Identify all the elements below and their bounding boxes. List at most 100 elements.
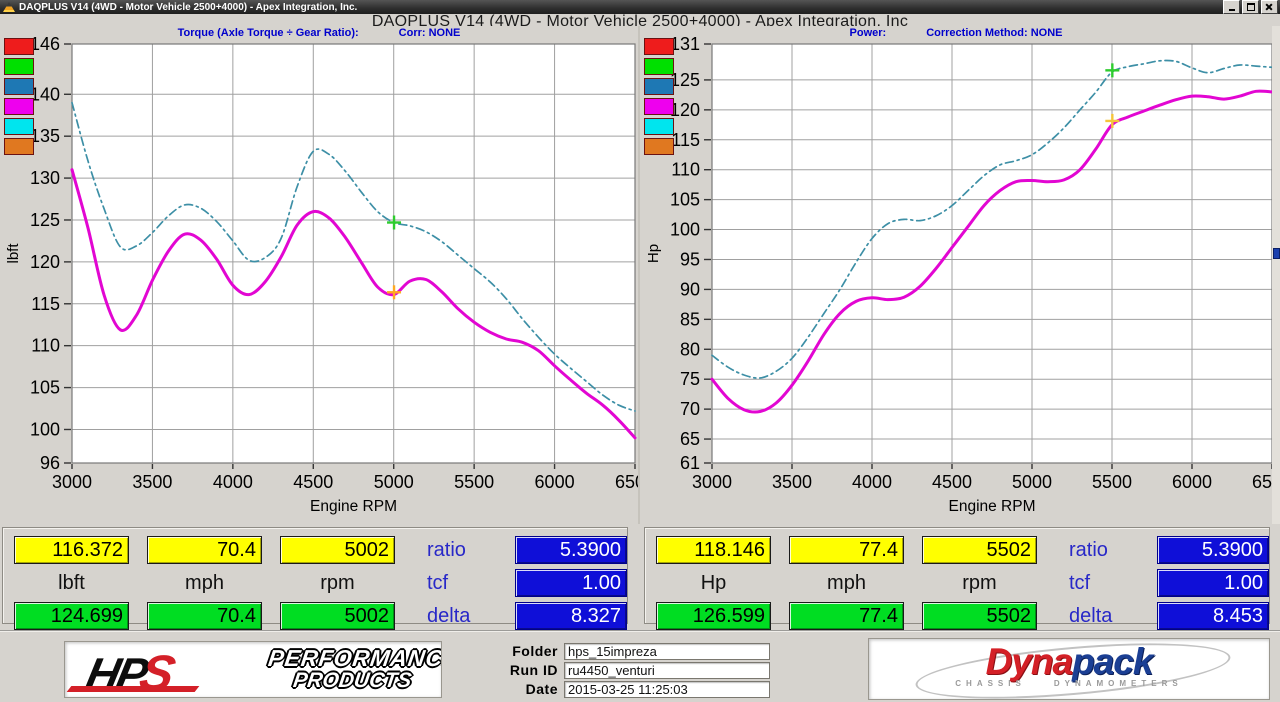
power-chart-panel: Power: Correction Method: NONE 131125120… (640, 26, 1272, 524)
power-reference-rpm: 5502 (922, 602, 1037, 630)
torque-reference-mph: 70.4 (147, 602, 262, 630)
torque-unit-label: lbft (14, 572, 129, 595)
close-button[interactable] (1261, 0, 1278, 14)
svg-text:120: 120 (30, 252, 60, 272)
date-input[interactable] (564, 681, 770, 698)
legend-swatch-4[interactable] (644, 118, 674, 135)
svg-text:4000: 4000 (852, 472, 892, 492)
power-correction-label: Correction Method: NONE (926, 27, 1062, 39)
svg-text:Engine RPM: Engine RPM (310, 498, 397, 515)
svg-text:80: 80 (680, 339, 700, 359)
svg-text:100: 100 (670, 220, 700, 240)
delta-label: delta (1055, 605, 1139, 628)
tcf-value: 1.00 (515, 569, 627, 597)
svg-text:3500: 3500 (772, 472, 812, 492)
svg-text:5500: 5500 (454, 472, 494, 492)
svg-text:4500: 4500 (932, 472, 972, 492)
legend-swatch-3[interactable] (4, 98, 34, 115)
rpm-unit-label: rpm (922, 572, 1037, 595)
torque-channel-legend[interactable] (4, 38, 34, 158)
dynapack-subtext: CHASSISDYNAMOMETERS (869, 679, 1269, 688)
titlebar: DAQPLUS V14 (4WD - Motor Vehicle 2500+40… (0, 0, 1280, 14)
svg-text:75: 75 (680, 369, 700, 389)
ratio-value: 5.3900 (515, 536, 627, 564)
app-icon (3, 2, 15, 12)
run-id-label: Run ID (470, 662, 558, 678)
delta-value: 8.327 (515, 602, 627, 630)
torque-chart-header: Torque (Axle Torque ÷ Gear Ratio): Corr:… (0, 27, 638, 39)
power-chart-title: Power: (850, 27, 887, 39)
svg-text:120: 120 (670, 100, 700, 120)
delta-label: delta (413, 605, 497, 628)
legend-swatch-4[interactable] (4, 118, 34, 135)
svg-text:125: 125 (670, 70, 700, 90)
legend-swatch-1[interactable] (4, 58, 34, 75)
svg-text:5500: 5500 (1092, 472, 1132, 492)
run-id-input[interactable] (564, 662, 770, 679)
dynapack-logo: Dynapack CHASSISDYNAMOMETERS (868, 638, 1270, 700)
power-reference-value: 126.599 (656, 602, 771, 630)
svg-text:96: 96 (40, 453, 60, 473)
restore-icon (1247, 3, 1255, 11)
footer: HPS PERFORMANCE PRODUCTS Folder Run ID D… (0, 630, 1280, 702)
svg-text:135: 135 (30, 126, 60, 146)
power-chart-plot[interactable]: 1311251201151101051009590858075706561300… (640, 28, 1272, 527)
torque-correction-label: Corr: NONE (399, 27, 461, 39)
restore-button[interactable] (1242, 0, 1259, 14)
torque-chart-plot[interactable]: 1461401351301251201151101051009630003500… (0, 28, 638, 527)
dynapack-wordmark: Dynapack (869, 641, 1269, 683)
svg-text:Engine RPM: Engine RPM (948, 498, 1035, 515)
legend-swatch-5[interactable] (644, 138, 674, 155)
power-cursor-value: 118.146 (656, 536, 771, 564)
torque-chart-panel: Torque (Axle Torque ÷ Gear Ratio): Corr:… (0, 26, 640, 524)
legend-swatch-0[interactable] (4, 38, 34, 55)
legend-swatch-0[interactable] (644, 38, 674, 55)
svg-text:3500: 3500 (132, 472, 172, 492)
legend-swatch-3[interactable] (644, 98, 674, 115)
svg-text:61: 61 (680, 453, 700, 473)
svg-text:130: 130 (30, 168, 60, 188)
run-id-field-row: Run ID (470, 661, 770, 679)
ratio-label: ratio (1055, 539, 1139, 562)
svg-text:65: 65 (680, 429, 700, 449)
torque-chart-title: Torque (Axle Torque ÷ Gear Ratio): (178, 27, 359, 39)
legend-swatch-2[interactable] (4, 78, 34, 95)
tcf-value: 1.00 (1157, 569, 1269, 597)
folder-label: Folder (470, 643, 558, 659)
svg-text:5000: 5000 (1012, 472, 1052, 492)
svg-text:140: 140 (30, 84, 60, 104)
torque-cursor-value: 116.372 (14, 536, 129, 564)
ratio-label: ratio (413, 539, 497, 562)
legend-swatch-5[interactable] (4, 138, 34, 155)
speed-unit-label: mph (147, 572, 262, 595)
svg-text:125: 125 (30, 210, 60, 230)
svg-text:105: 105 (670, 190, 700, 210)
torque-cursor-mph: 70.4 (147, 536, 262, 564)
power-channel-legend[interactable] (644, 38, 674, 158)
rpm-unit-label: rpm (280, 572, 395, 595)
svg-text:115: 115 (671, 130, 700, 150)
legend-swatch-2[interactable] (644, 78, 674, 95)
torque-reference-value: 124.699 (14, 602, 129, 630)
overlapped-window-fragment (1273, 248, 1280, 259)
svg-text:115: 115 (31, 294, 60, 314)
svg-text:85: 85 (680, 309, 700, 329)
folder-field-row: Folder (470, 642, 770, 660)
torque-cursor-rpm: 5002 (280, 536, 395, 564)
right-margin-strip (1272, 26, 1280, 524)
svg-text:110: 110 (671, 160, 700, 180)
svg-text:5000: 5000 (374, 472, 414, 492)
legend-swatch-1[interactable] (644, 58, 674, 75)
tcf-label: tcf (413, 572, 497, 595)
minimize-icon (1229, 9, 1235, 11)
folder-input[interactable] (564, 643, 770, 660)
power-unit-label: Hp (656, 572, 771, 595)
svg-text:110: 110 (31, 336, 60, 356)
minimize-button[interactable] (1223, 0, 1240, 14)
date-label: Date (470, 681, 558, 697)
svg-text:4000: 4000 (213, 472, 253, 492)
power-reference-mph: 77.4 (789, 602, 904, 630)
svg-text:6000: 6000 (1172, 472, 1212, 492)
svg-text:6000: 6000 (535, 472, 575, 492)
date-field-row: Date (470, 680, 770, 698)
